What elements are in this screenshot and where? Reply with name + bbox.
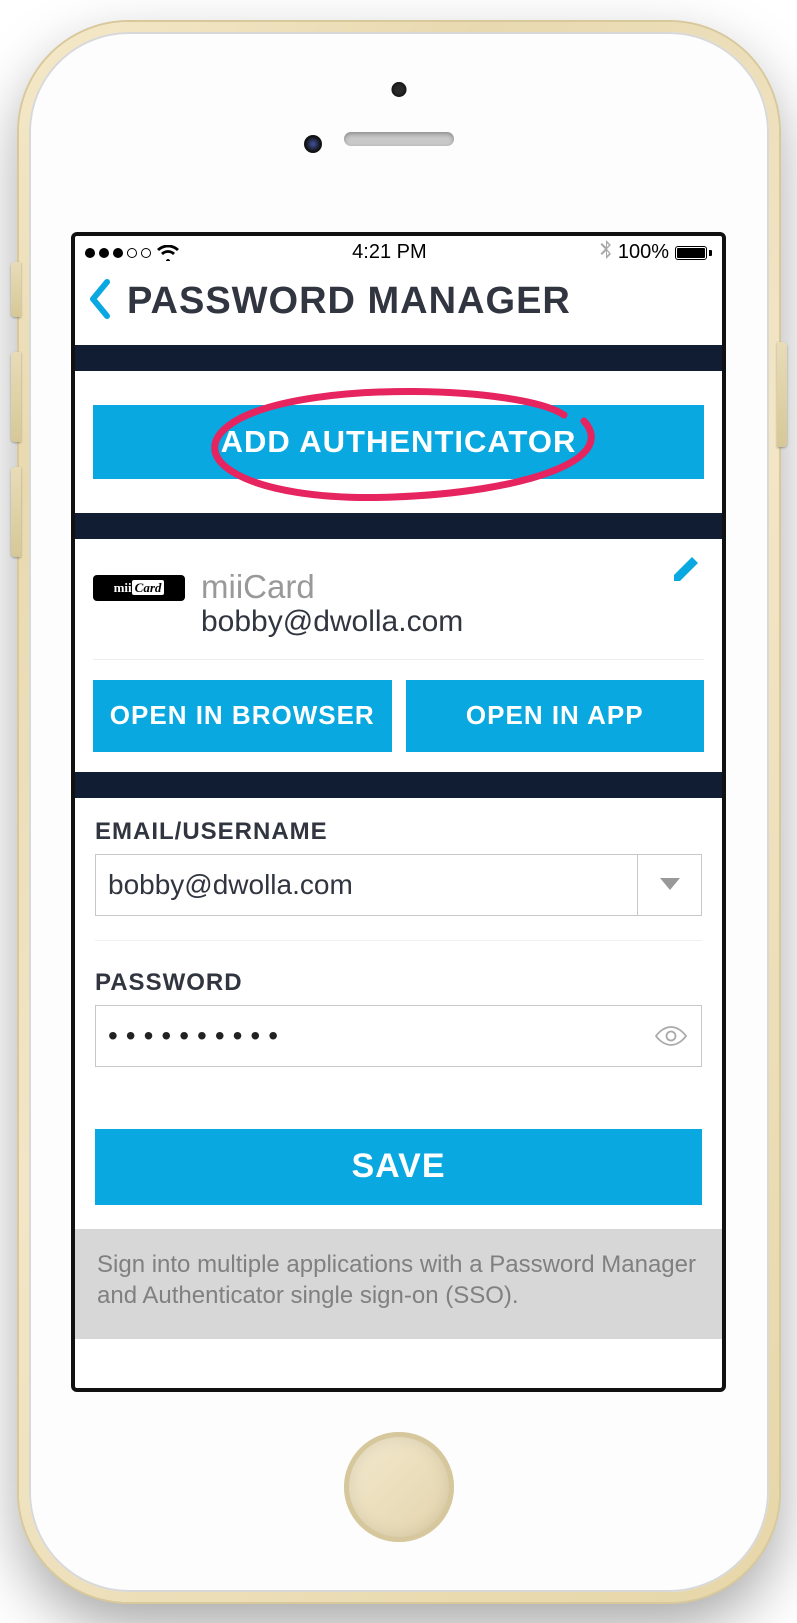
password-input[interactable]	[96, 1006, 641, 1066]
phone-screen: 4:21 PM 100%	[71, 232, 726, 1392]
info-footer: Sign into multiple applications with a P…	[75, 1229, 722, 1339]
page-title: PASSWORD MANAGER	[127, 280, 571, 323]
section-divider	[75, 345, 722, 371]
section-divider	[75, 772, 722, 798]
service-name: miiCard	[201, 569, 463, 605]
account-row: miiCard miiCard bobby@dwolla.com	[93, 559, 704, 639]
add-authenticator-section: ADD AUTHENTICATOR	[75, 371, 722, 513]
account-email: bobby@dwolla.com	[201, 605, 463, 639]
credentials-form: EMAIL/USERNAME PASSWORD	[75, 798, 722, 1229]
password-label: PASSWORD	[95, 969, 702, 997]
save-button[interactable]: SAVE	[95, 1129, 702, 1205]
show-password-button[interactable]	[641, 1006, 701, 1066]
phone-outer-shell: 4:21 PM 100%	[19, 22, 779, 1602]
earpiece-speaker	[344, 132, 454, 146]
status-time: 4:21 PM	[352, 241, 426, 264]
device-frame: 4:21 PM 100%	[0, 0, 797, 1623]
service-logo: miiCard	[93, 575, 185, 601]
proximity-sensor	[304, 135, 322, 153]
bluetooth-icon	[600, 240, 612, 266]
add-authenticator-button[interactable]: ADD AUTHENTICATOR	[93, 405, 704, 479]
email-input[interactable]	[96, 855, 637, 915]
email-dropdown-button[interactable]	[637, 855, 701, 915]
password-input-row	[95, 1005, 702, 1067]
edit-pencil-icon[interactable]	[670, 553, 702, 590]
back-chevron-icon[interactable]	[87, 278, 113, 325]
signal-dots-icon	[85, 248, 151, 258]
email-input-row	[95, 854, 702, 916]
volume-up-button	[11, 352, 21, 442]
status-bar: 4:21 PM 100%	[75, 236, 722, 270]
power-button	[777, 342, 787, 447]
camera-dot	[391, 82, 406, 97]
mute-switch	[11, 262, 21, 317]
phone-inner-shell: 4:21 PM 100%	[29, 32, 769, 1592]
email-label: EMAIL/USERNAME	[95, 818, 702, 846]
eye-icon	[653, 1024, 689, 1048]
battery-icon	[675, 246, 712, 260]
volume-down-button	[11, 467, 21, 557]
chevron-down-icon	[658, 876, 682, 894]
home-button[interactable]	[344, 1432, 454, 1542]
phone-top-area	[29, 32, 769, 232]
open-button-row: OPEN IN BROWSER OPEN IN APP	[93, 659, 704, 752]
battery-percentage: 100%	[618, 241, 669, 264]
open-in-app-button[interactable]: OPEN IN APP	[406, 680, 705, 752]
section-divider	[75, 513, 722, 539]
wifi-icon	[157, 245, 179, 261]
open-in-browser-button[interactable]: OPEN IN BROWSER	[93, 680, 392, 752]
nav-header: PASSWORD MANAGER	[75, 270, 722, 345]
account-card: miiCard miiCard bobby@dwolla.com OPEN IN…	[75, 539, 722, 772]
